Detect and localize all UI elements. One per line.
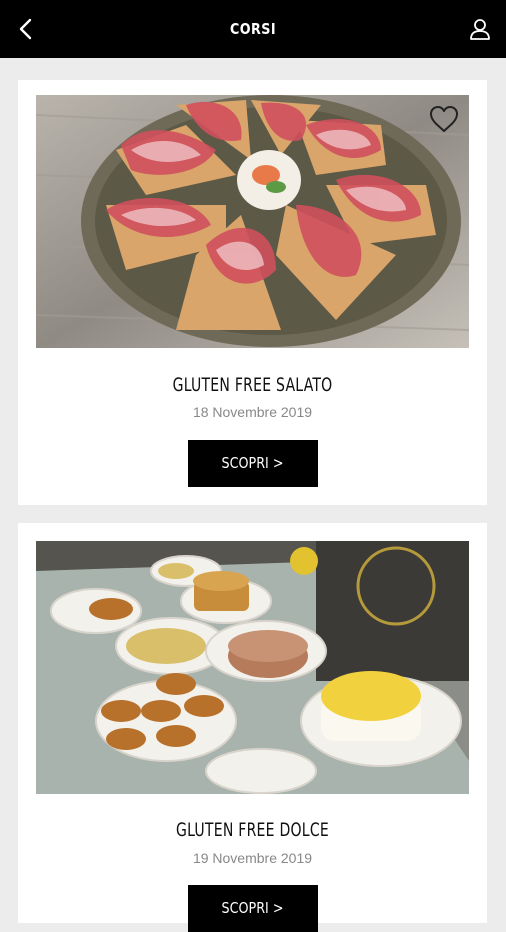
course-title: GLUTEN FREE SALATO — [172, 374, 333, 396]
course-date: 18 Novembre 2019 — [192, 404, 313, 420]
favorite-heart-icon[interactable] — [429, 105, 459, 133]
course-photo-dolce[interactable] — [36, 541, 469, 794]
discover-button-label: SCOPRI > — [221, 454, 285, 472]
top-app-bar: CORSI — [0, 0, 506, 58]
course-card[interactable]: GLUTEN FREE DOLCE 19 Novembre 2019 SCOPR… — [18, 523, 487, 932]
discover-button[interactable]: SCOPRI > — [188, 885, 318, 932]
back-chevron-icon[interactable] — [14, 16, 40, 42]
user-icon[interactable] — [468, 17, 492, 41]
course-title: GLUTEN FREE DOLCE — [176, 819, 329, 841]
course-photo-salato[interactable] — [36, 95, 469, 348]
discover-button-label: SCOPRI > — [221, 899, 285, 917]
course-card[interactable]: GLUTEN FREE SALATO 18 Novembre 2019 SCOP… — [18, 80, 487, 505]
discover-button[interactable]: SCOPRI > — [188, 440, 318, 487]
course-date: 19 Novembre 2019 — [192, 850, 313, 866]
page-title: CORSI — [229, 20, 277, 38]
